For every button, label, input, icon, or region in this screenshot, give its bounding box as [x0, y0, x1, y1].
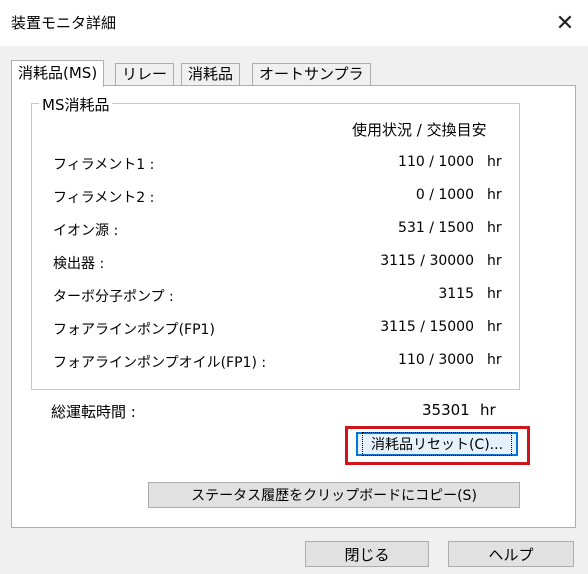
- list-item: フィラメント2 : 0 / 1000 hr: [32, 183, 521, 213]
- item-value: 3115 / 30000: [380, 253, 474, 269]
- tab-consumables-ms[interactable]: 消耗品(MS): [11, 60, 105, 87]
- item-unit: hr: [487, 319, 502, 335]
- reset-button-label: 消耗品リセット(C)...: [361, 432, 513, 456]
- close-button[interactable]: 閉じる: [305, 541, 429, 567]
- copy-status-history-button[interactable]: ステータス履歴をクリップボードにコピー(S): [148, 482, 520, 508]
- item-value: 110 / 3000: [398, 352, 474, 368]
- item-unit: hr: [487, 154, 502, 170]
- tab-panel: MS消耗品 使用状況 / 交換目安 フィラメント1 : 110 / 1000 h…: [11, 85, 576, 528]
- tab-consumables[interactable]: 消耗品: [181, 63, 241, 86]
- window-title: 装置モニタ詳細: [11, 14, 117, 32]
- item-label: フォアラインポンプオイル(FP1) :: [53, 355, 267, 371]
- item-unit: hr: [487, 253, 502, 269]
- column-header: 使用状況 / 交換目安: [352, 121, 487, 139]
- total-runtime-unit: hr: [480, 401, 496, 419]
- item-value: 3115 / 15000: [380, 319, 474, 335]
- item-label: フィラメント2 :: [53, 190, 155, 206]
- item-label: イオン源 :: [53, 223, 119, 239]
- list-item: ターボ分子ポンプ : 3115 hr: [32, 282, 521, 312]
- item-unit: hr: [487, 187, 502, 203]
- total-runtime-label: 総運転時間 :: [51, 403, 136, 421]
- item-value: 531 / 1500: [398, 220, 474, 236]
- tab-autosampler[interactable]: オートサンプラ: [252, 63, 371, 86]
- total-runtime-value: 35301: [422, 401, 470, 419]
- item-unit: hr: [487, 220, 502, 236]
- item-value: 110 / 1000: [398, 154, 474, 170]
- help-button[interactable]: ヘルプ: [448, 541, 574, 567]
- list-item: 検出器 : 3115 / 30000 hr: [32, 249, 521, 279]
- list-item: フィラメント1 : 110 / 1000 hr: [32, 150, 521, 180]
- item-unit: hr: [487, 352, 502, 368]
- group-legend: MS消耗品: [39, 94, 113, 115]
- ms-consumables-group: MS消耗品 使用状況 / 交換目安 フィラメント1 : 110 / 1000 h…: [31, 94, 521, 390]
- item-label: ターボ分子ポンプ :: [53, 289, 174, 305]
- close-icon[interactable]: ✕: [542, 0, 588, 46]
- item-value: 0 / 1000: [415, 187, 474, 203]
- item-label: フィラメント1 :: [53, 157, 155, 173]
- tab-relay[interactable]: リレー: [115, 63, 175, 86]
- item-label: フォアラインポンプ(FP1): [53, 322, 215, 338]
- list-item: フォアラインポンプ(FP1) 3115 / 15000 hr: [32, 315, 521, 345]
- item-value: 3115: [438, 286, 474, 302]
- list-item: イオン源 : 531 / 1500 hr: [32, 216, 521, 246]
- item-label: 検出器 :: [53, 256, 105, 272]
- reset-consumables-button[interactable]: 消耗品リセット(C)...: [356, 432, 518, 456]
- list-item: フォアラインポンプオイル(FP1) : 110 / 3000 hr: [32, 348, 521, 378]
- title-bar: 装置モニタ詳細 ✕: [0, 0, 588, 46]
- item-unit: hr: [487, 286, 502, 302]
